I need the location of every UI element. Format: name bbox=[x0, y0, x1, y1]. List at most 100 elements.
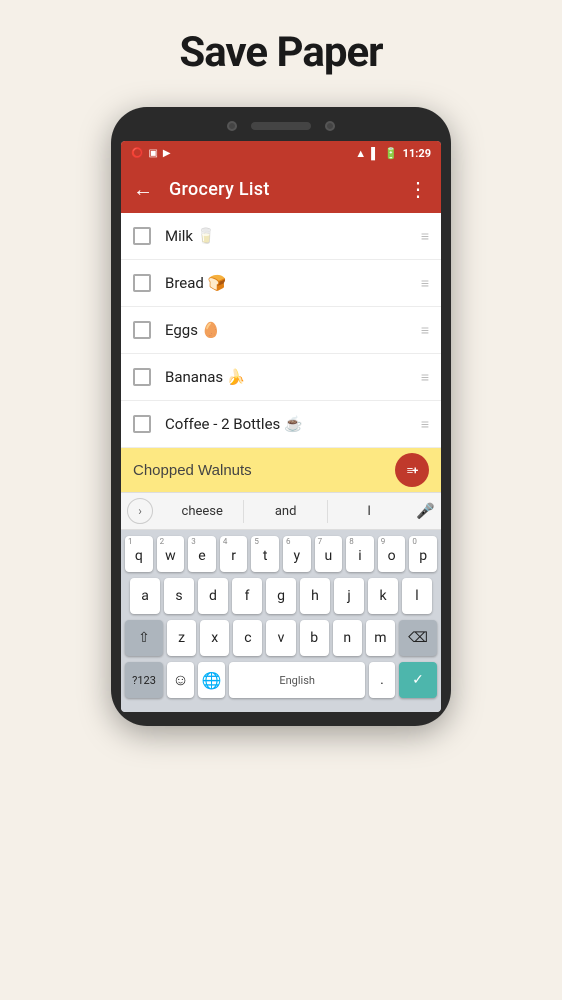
phone-top-bar bbox=[121, 121, 441, 131]
drag-handle-4[interactable]: ≡ bbox=[421, 369, 429, 386]
item-text-1: Milk 🥛 bbox=[165, 227, 421, 245]
key-s[interactable]: s bbox=[164, 578, 194, 614]
key-r[interactable]: 4r bbox=[220, 536, 248, 572]
checkbox-2[interactable] bbox=[133, 274, 151, 292]
backspace-key[interactable]: ⌫ bbox=[399, 620, 437, 656]
key-l[interactable]: l bbox=[402, 578, 432, 614]
list-item: Bread 🍞 ≡ bbox=[121, 260, 441, 307]
key-v[interactable]: v bbox=[266, 620, 295, 656]
key-q[interactable]: 1q bbox=[125, 536, 153, 572]
item-text-3: Eggs 🥚 bbox=[165, 321, 421, 339]
phone-frame: ⭕ ▣ ▶ ▲ ▌ 🔋 11:29 ← Grocery List ⋮ Milk … bbox=[111, 107, 451, 726]
key-h[interactable]: h bbox=[300, 578, 330, 614]
time-display: 11:29 bbox=[403, 147, 431, 160]
item-text-5: Coffee - 2 Bottles ☕ bbox=[165, 415, 421, 433]
drag-handle-2[interactable]: ≡ bbox=[421, 275, 429, 292]
camera-right bbox=[325, 121, 335, 131]
shift-icon: ⇧ bbox=[138, 630, 150, 646]
key-i[interactable]: 8i bbox=[346, 536, 374, 572]
item-text-2: Bread 🍞 bbox=[165, 274, 421, 292]
key-u[interactable]: 7u bbox=[315, 536, 343, 572]
emoji-key[interactable]: ☺ bbox=[167, 662, 194, 698]
key-c[interactable]: c bbox=[233, 620, 262, 656]
checkbox-3[interactable] bbox=[133, 321, 151, 339]
key-y[interactable]: 6y bbox=[283, 536, 311, 572]
play-status-icon: ▶ bbox=[163, 148, 171, 159]
suggestion-expand-button[interactable]: › bbox=[127, 498, 153, 524]
list-item: Milk 🥛 ≡ bbox=[121, 213, 441, 260]
key-m[interactable]: m bbox=[366, 620, 395, 656]
camera bbox=[227, 121, 237, 131]
key-a[interactable]: a bbox=[130, 578, 160, 614]
list-item: Eggs 🥚 ≡ bbox=[121, 307, 441, 354]
checkbox-4[interactable] bbox=[133, 368, 151, 386]
key-p[interactable]: 0p bbox=[409, 536, 437, 572]
signal-icon: ▌ bbox=[371, 147, 379, 160]
key-d[interactable]: d bbox=[198, 578, 228, 614]
key-w[interactable]: 2w bbox=[157, 536, 185, 572]
battery-icon: 🔋 bbox=[384, 147, 398, 160]
enter-key[interactable]: ✓ bbox=[399, 662, 437, 698]
menu-button[interactable]: ⋮ bbox=[408, 177, 429, 201]
speaker bbox=[251, 122, 311, 130]
key-f[interactable]: f bbox=[232, 578, 262, 614]
space-label: English bbox=[279, 674, 315, 687]
key-k[interactable]: k bbox=[368, 578, 398, 614]
list-item: Bananas 🍌 ≡ bbox=[121, 354, 441, 401]
status-left-icons: ⭕ ▣ ▶ bbox=[131, 148, 171, 159]
wifi-icon: ▲ bbox=[355, 147, 366, 160]
keyboard-row-4: ?123 ☺ 🌐 English . ✓ bbox=[125, 662, 437, 698]
drag-handle-5[interactable]: ≡ bbox=[421, 416, 429, 433]
globe-icon: 🌐 bbox=[202, 671, 222, 690]
key-j[interactable]: j bbox=[334, 578, 364, 614]
app-bar-title: Grocery List bbox=[169, 179, 408, 200]
key-e[interactable]: 3e bbox=[188, 536, 216, 572]
phone-screen: ⭕ ▣ ▶ ▲ ▌ 🔋 11:29 ← Grocery List ⋮ Milk … bbox=[121, 141, 441, 712]
period-label: . bbox=[380, 672, 384, 688]
enter-icon: ✓ bbox=[412, 672, 424, 688]
input-row: ≡+ bbox=[121, 448, 441, 492]
shift-key[interactable]: ⇧ bbox=[125, 620, 163, 656]
backspace-icon: ⌫ bbox=[408, 630, 428, 646]
mic-icon[interactable]: 🎤 bbox=[416, 502, 435, 520]
circle-status-icon: ⭕ bbox=[131, 148, 143, 159]
key-n[interactable]: n bbox=[333, 620, 362, 656]
key-b[interactable]: b bbox=[300, 620, 329, 656]
list-item: Coffee - 2 Bottles ☕ ≡ bbox=[121, 401, 441, 448]
add-item-icon: ≡+ bbox=[407, 464, 417, 477]
suggestion-words: cheese and I bbox=[161, 500, 410, 523]
drag-handle-3[interactable]: ≡ bbox=[421, 322, 429, 339]
item-input[interactable] bbox=[133, 462, 395, 479]
space-key[interactable]: English bbox=[229, 662, 365, 698]
page-title: Save Paper bbox=[179, 28, 382, 77]
grocery-list: Milk 🥛 ≡ Bread 🍞 ≡ Eggs 🥚 ≡ Bananas 🍌 ≡ bbox=[121, 213, 441, 448]
emoji-icon: ☺ bbox=[172, 670, 188, 690]
symbols-label: ?123 bbox=[132, 674, 156, 687]
key-g[interactable]: g bbox=[266, 578, 296, 614]
back-button[interactable]: ← bbox=[133, 177, 153, 202]
keyboard-row-2: a s d f g h j k l bbox=[125, 578, 437, 614]
keyboard-row-3: ⇧ z x c v b n m ⌫ bbox=[125, 620, 437, 656]
checkbox-1[interactable] bbox=[133, 227, 151, 245]
drag-handle-1[interactable]: ≡ bbox=[421, 228, 429, 245]
key-x[interactable]: x bbox=[200, 620, 229, 656]
key-t[interactable]: 5t bbox=[251, 536, 279, 572]
globe-key[interactable]: 🌐 bbox=[198, 662, 225, 698]
suggestion-bar: › cheese and I 🎤 bbox=[121, 492, 441, 530]
status-right-icons: ▲ ▌ 🔋 11:29 bbox=[355, 147, 431, 160]
add-item-button[interactable]: ≡+ bbox=[395, 453, 429, 487]
item-text-4: Bananas 🍌 bbox=[165, 368, 421, 386]
suggestion-word-1[interactable]: cheese bbox=[161, 500, 244, 523]
checkbox-5[interactable] bbox=[133, 415, 151, 433]
keyboard: 1q 2w 3e 4r 5t 6y 7u 8i 9o 0p a s d f g … bbox=[121, 530, 441, 712]
keyboard-row-1: 1q 2w 3e 4r 5t 6y 7u 8i 9o 0p bbox=[125, 536, 437, 572]
chevron-right-icon: › bbox=[138, 504, 142, 518]
suggestion-word-2[interactable]: and bbox=[244, 500, 327, 523]
key-z[interactable]: z bbox=[167, 620, 196, 656]
status-bar: ⭕ ▣ ▶ ▲ ▌ 🔋 11:29 bbox=[121, 141, 441, 165]
key-o[interactable]: 9o bbox=[378, 536, 406, 572]
sim-status-icon: ▣ bbox=[148, 148, 157, 159]
period-key[interactable]: . bbox=[369, 662, 395, 698]
symbols-key[interactable]: ?123 bbox=[125, 662, 163, 698]
suggestion-word-3[interactable]: I bbox=[328, 500, 410, 523]
